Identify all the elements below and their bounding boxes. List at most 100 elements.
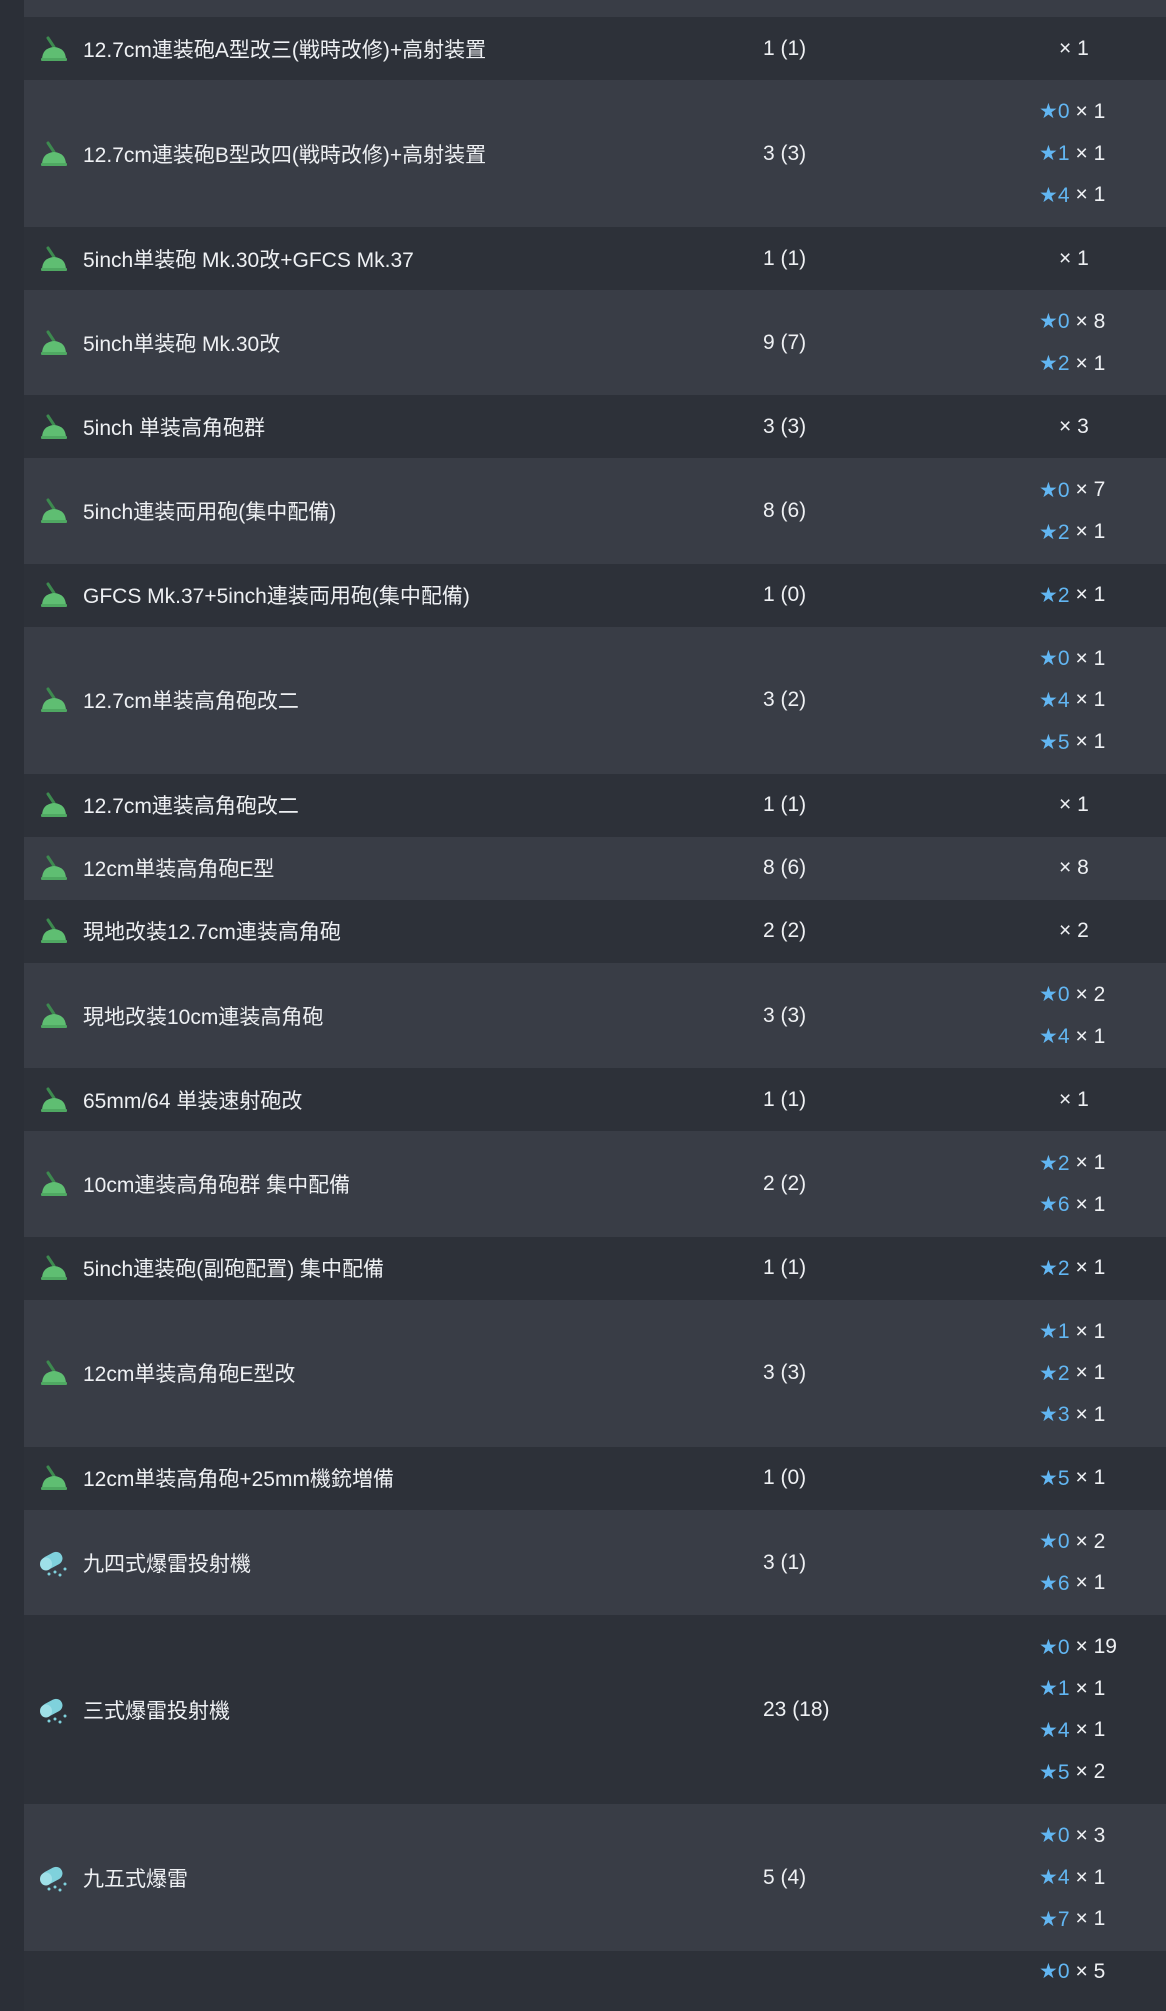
improvement-star-level: ★2 xyxy=(1039,1151,1070,1175)
equipment-count: 2 (2) xyxy=(763,1172,807,1196)
equipment-count: 1 (1) xyxy=(763,246,807,270)
improvement-breakdown: ★2 × 1 xyxy=(1039,1247,1105,1289)
equipment-count: 23 (18) xyxy=(763,1697,830,1721)
table-row: 12cm単装高角砲+25mm機銃増備 1 (0) ★5 × 1 xyxy=(24,1446,1166,1510)
improvement-line: ★1 × 1 xyxy=(1039,1311,1105,1353)
improvement-star-level: ★1 xyxy=(1039,1677,1070,1701)
equipment-count: 3 (3) xyxy=(763,1361,807,1385)
improvement-line: ★2 × 1 xyxy=(1039,343,1105,385)
equipment-name: 12.7cm連装高角砲改二 xyxy=(83,795,299,819)
table-row: 5inch単装砲 Mk.30改 9 (7) ★0 × 8 ★2 × 1 xyxy=(24,290,1166,396)
equipment-count: 3 (3) xyxy=(763,141,807,165)
improvement-line: ★5 × 1 xyxy=(1039,721,1105,763)
improvement-star-level: ★2 xyxy=(1039,583,1070,607)
improvement-star-level: ★5 xyxy=(1039,1466,1070,1490)
improvement-multiplier: × 1 xyxy=(1075,183,1106,207)
improvement-breakdown: ★1 × 1 ★2 × 1 ★3 × 1 xyxy=(1039,1311,1105,1436)
improvement-line: ★0 × 1 xyxy=(1039,91,1105,133)
gun-mount-icon xyxy=(24,1087,83,1113)
improvement-star-level: ★5 xyxy=(1039,1760,1070,1784)
improvement-multiplier: × 3 xyxy=(1075,1823,1106,1847)
table-row: 12.7cm連装高角砲改二 1 (1) × 1 xyxy=(24,773,1166,837)
improvement-line: ★4 × 1 xyxy=(1039,1857,1105,1899)
equipment-name: 12cm単装高角砲E型 xyxy=(83,858,275,882)
improvement-multiplier: × 1 xyxy=(1075,1361,1106,1385)
equipment-count: 8 (6) xyxy=(763,856,807,880)
improvement-line: ★2 × 1 xyxy=(1039,575,1105,617)
equipment-name: 5inch連装両用砲(集中配備) xyxy=(83,501,337,525)
improvement-star-level: ★6 xyxy=(1039,1193,1070,1217)
table-row: 5inch連装両用砲(集中配備) 8 (6) ★0 × 7 ★2 × 1 xyxy=(24,458,1166,564)
improvement-star-level: ★0 xyxy=(1039,1960,1070,1984)
equipment-count: 3 (2) xyxy=(763,688,807,712)
improvement-line: ★3 × 1 xyxy=(1039,1394,1105,1436)
table-row: 12cm単装高角砲E型 8 (6) × 8 xyxy=(24,836,1166,900)
equipment-name: 現地改装12.7cm連装高角砲 xyxy=(83,921,341,945)
equipment-count: 1 (1) xyxy=(763,36,807,60)
improvement-star-level: ★4 xyxy=(1039,1718,1070,1742)
total-multiplier: × 1 xyxy=(1059,246,1089,270)
gun-mount-icon xyxy=(24,141,83,167)
equipment-name: 三式爆雷投射機 xyxy=(83,1699,230,1723)
improvement-multiplier: × 1 xyxy=(1075,351,1106,375)
equipment-table: 12.7cm連装砲A型改三(戦時改修)+高射装置 1 (1) × 1 12.7cm連装… xyxy=(24,0,1166,2011)
improvement-breakdown: × 1 xyxy=(1039,785,1089,827)
improvement-breakdown: ★0 × 1 ★1 × 1 ★4 × 1 xyxy=(1039,91,1105,216)
improvement-line: ★1 × 1 xyxy=(1039,133,1105,175)
improvement-breakdown: × 8 xyxy=(1039,848,1089,890)
improvement-line: ★0 × 8 xyxy=(1039,301,1105,343)
improvement-multiplier: × 1 xyxy=(1075,1865,1106,1889)
gun-mount-icon xyxy=(24,36,83,62)
improvement-star-level: ★7 xyxy=(1039,1907,1070,1931)
improvement-breakdown: ★0 × 1 ★4 × 1 ★5 × 1 xyxy=(1039,638,1105,763)
gun-mount-icon xyxy=(24,792,83,818)
improvement-breakdown: ★2 × 1 ★6 × 1 xyxy=(1039,1142,1105,1225)
improvement-breakdown: ★0 × 7 ★2 × 1 xyxy=(1039,469,1105,552)
previous-row-edge xyxy=(24,0,1166,17)
improvement-multiplier: × 2 xyxy=(1075,1760,1106,1784)
equipment-count: 9 (7) xyxy=(763,330,807,354)
table-row: 10cm連装高角砲群 集中配備 2 (2) ★2 × 1 ★6 × 1 xyxy=(24,1131,1166,1237)
improvement-star-level: ★0 xyxy=(1039,647,1070,671)
improvement-multiplier: × 1 xyxy=(1075,1319,1106,1343)
equipment-name: GFCS Mk.37+5inch連装両用砲(集中配備) xyxy=(83,585,470,609)
equipment-count: 1 (1) xyxy=(763,1087,807,1111)
equipment-count: 3 (3) xyxy=(763,414,807,438)
equipment-count: 1 (1) xyxy=(763,1256,807,1280)
gun-mount-icon xyxy=(24,1360,83,1386)
improvement-multiplier: × 1 xyxy=(1075,1718,1106,1742)
improvement-star-level: ★4 xyxy=(1039,183,1070,207)
equipment-name: 12.7cm連装砲A型改三(戦時改修)+高射装置 xyxy=(83,38,487,62)
improvement-breakdown: ★2 × 1 xyxy=(1039,575,1105,617)
improvement-breakdown: × 1 xyxy=(1039,28,1089,70)
improvement-line: ★4 × 1 xyxy=(1039,1710,1117,1752)
gun-mount-icon xyxy=(24,1255,83,1281)
improvement-multiplier: × 1 xyxy=(1075,1151,1106,1175)
improvement-star-level: ★2 xyxy=(1039,1256,1070,1280)
improvement-line: ★4 × 1 xyxy=(1039,174,1105,216)
gun-mount-icon xyxy=(24,687,83,713)
gun-mount-icon xyxy=(24,414,83,440)
equipment-name: 10cm連装高角砲群 集中配備 xyxy=(83,1174,351,1198)
improvement-line: ★0 × 2 xyxy=(1039,974,1105,1016)
table-row: 12cm単装高角砲E型改 3 (3) ★1 × 1 ★2 × 1 ★3 × 1 xyxy=(24,1299,1166,1447)
improvement-star-level: ★3 xyxy=(1039,1403,1070,1427)
improvement-multiplier: × 1 xyxy=(1075,1024,1106,1048)
improvement-breakdown: × 3 xyxy=(1039,406,1089,448)
improvement-breakdown: ★0 × 3 ★4 × 1 ★7 × 1 xyxy=(1039,1815,1105,1940)
improvement-line: ★1 × 1 xyxy=(1039,1668,1117,1710)
equipment-count: 3 (3) xyxy=(763,1003,807,1027)
improvement-breakdown: ★0 × 5 xyxy=(1039,1951,1105,1993)
improvement-line: ★0 × 1 xyxy=(1039,638,1105,680)
gun-mount-icon xyxy=(24,330,83,356)
improvement-multiplier: × 1 xyxy=(1075,520,1106,544)
improvement-multiplier: × 1 xyxy=(1075,730,1106,754)
improvement-star-level: ★2 xyxy=(1039,520,1070,544)
table-row: 5inch単装砲 Mk.30改+GFCS Mk.37 1 (1) × 1 xyxy=(24,227,1166,291)
improvement-line: ★0 × 3 xyxy=(1039,1815,1105,1857)
equipment-name: 5inch連装砲(副砲配置) 集中配備 xyxy=(83,1258,385,1282)
improvement-star-level: ★4 xyxy=(1039,1866,1070,1890)
equipment-name: 12cm単装高角砲E型改 xyxy=(83,1363,296,1387)
equipment-name: 65mm/64 単装速射砲改 xyxy=(83,1089,303,1113)
equipment-name: 5inch 単装高角砲群 xyxy=(83,416,266,440)
